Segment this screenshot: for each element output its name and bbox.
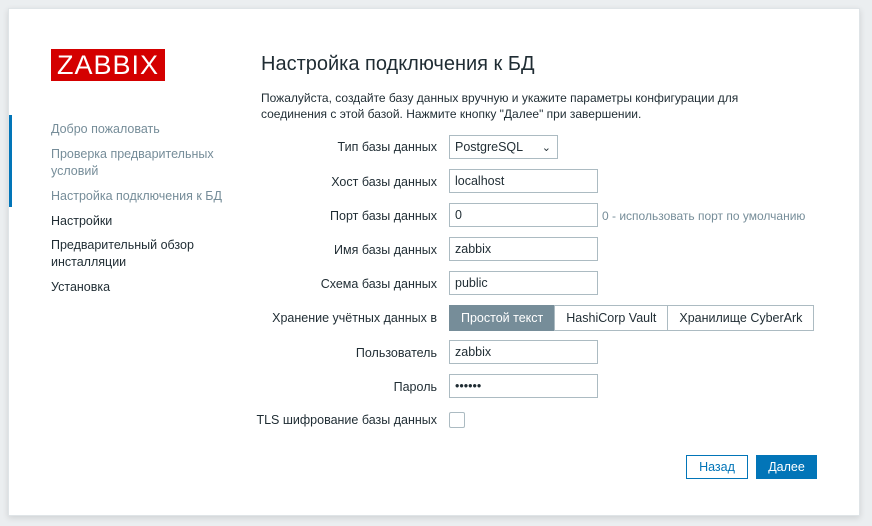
step-settings: Настройки <box>51 214 113 228</box>
db-schema-input[interactable]: public <box>449 271 598 295</box>
next-button[interactable]: Далее <box>756 455 817 479</box>
step-summary: Предварительный обзор инсталляции <box>51 238 194 269</box>
store-option-plaintext[interactable]: Простой текст <box>449 305 556 331</box>
back-button[interactable]: Назад <box>686 455 748 479</box>
db-password-input[interactable]: •••••• <box>449 374 598 398</box>
zabbix-logo: ZABBIX <box>51 49 165 81</box>
db-type-label: Тип базы данных <box>337 140 437 154</box>
db-schema-label: Схема базы данных <box>320 277 437 291</box>
store-option-vault[interactable]: HashiCorp Vault <box>554 305 669 331</box>
db-name-input[interactable]: zabbix <box>449 237 598 261</box>
step-install: Установка <box>51 280 111 294</box>
step-db-connection: Настройка подключения к БД <box>51 189 222 203</box>
db-host-input[interactable]: localhost <box>449 169 598 193</box>
db-name-label: Имя базы данных <box>334 243 437 257</box>
credential-store-toggle: Простой текст HashiCorp Vault Хранилище … <box>449 305 815 331</box>
credential-store-label: Хранение учётных данных в <box>272 311 437 325</box>
db-user-input[interactable]: zabbix <box>449 340 598 364</box>
chevron-down-icon: ⌄ <box>541 142 551 154</box>
store-option-cyberark[interactable]: Хранилище CyberArk <box>667 305 815 331</box>
step-welcome: Добро пожаловать <box>51 122 160 136</box>
db-port-label: Порт базы данных <box>330 209 437 223</box>
step-prerequisites: Проверка предварительных условий <box>51 147 214 178</box>
db-user-label: Пользователь <box>355 346 437 360</box>
setup-card: ZABBIX Добро пожаловать Проверка предвар… <box>8 8 860 516</box>
db-port-hint: 0 - использовать порт по умолчанию <box>602 209 806 223</box>
tls-label: TLS шифрование базы данных <box>256 413 437 427</box>
progress-bar <box>9 115 12 207</box>
db-password-label: Пароль <box>393 380 437 394</box>
page-title: Настройка подключения к БД <box>261 53 535 75</box>
tls-checkbox[interactable] <box>449 412 465 428</box>
page-description: Пожалуйста, создайте базу данных вручную… <box>261 91 739 121</box>
db-host-label: Хост базы данных <box>331 175 437 189</box>
db-type-select[interactable]: PostgreSQL ⌄ <box>449 135 558 159</box>
db-type-value: PostgreSQL <box>455 140 524 154</box>
db-port-input[interactable]: 0 <box>449 203 598 227</box>
